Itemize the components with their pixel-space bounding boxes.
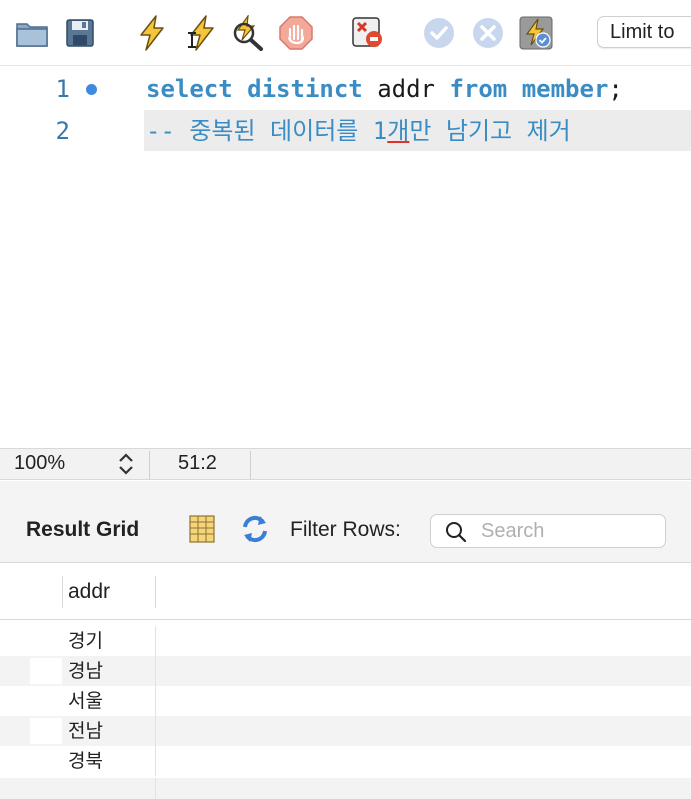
sql-editor[interactable]: 1 select distinct addr from member; 2 --… bbox=[0, 67, 691, 448]
code-token: ; bbox=[608, 75, 623, 103]
result-grid: addr 경기 경남 서울 전남 경북 bbox=[0, 564, 691, 799]
code-line-1[interactable]: select distinct addr from member; bbox=[146, 69, 623, 109]
table-cell[interactable]: 전남 bbox=[68, 718, 103, 744]
column-divider bbox=[155, 656, 156, 686]
column-divider bbox=[155, 778, 156, 799]
status-divider bbox=[250, 451, 251, 479]
table-row[interactable]: 서울 bbox=[0, 686, 691, 716]
search-icon bbox=[445, 521, 467, 547]
code-token: distinct bbox=[247, 75, 363, 103]
table-row[interactable]: 전남 bbox=[0, 716, 691, 746]
code-token: select bbox=[146, 75, 233, 103]
column-divider bbox=[62, 576, 63, 608]
code-token: from bbox=[449, 75, 508, 103]
table-cell[interactable]: 경남 bbox=[68, 658, 103, 684]
filter-search-input[interactable] bbox=[481, 518, 661, 544]
zoom-stepper-icon[interactable] bbox=[115, 451, 137, 477]
refresh-icon[interactable] bbox=[238, 512, 272, 550]
execute-icon[interactable] bbox=[134, 14, 170, 52]
column-divider bbox=[155, 626, 156, 656]
result-grid-tab[interactable]: Result Grid bbox=[26, 518, 139, 542]
column-header-addr[interactable]: addr bbox=[68, 580, 110, 604]
grid-view-icon[interactable] bbox=[188, 514, 216, 548]
row-gutter bbox=[18, 778, 62, 799]
filter-rows-label: Filter Rows: bbox=[290, 518, 401, 541]
column-divider bbox=[155, 686, 156, 716]
stop-icon[interactable] bbox=[278, 14, 314, 52]
limit-rows-button[interactable]: Limit to bbox=[597, 16, 691, 48]
code-token: member bbox=[521, 75, 609, 103]
rollback-icon[interactable] bbox=[470, 14, 506, 52]
result-toolbar: Result Grid Filter Rows: bbox=[0, 481, 691, 563]
explain-icon[interactable] bbox=[230, 14, 266, 52]
editor-line[interactable]: 1 select distinct addr from member; bbox=[0, 69, 691, 109]
code-token: addr bbox=[362, 75, 450, 103]
editor-status-bar: 100% 51:2 bbox=[0, 448, 691, 480]
row-gutter-cell bbox=[30, 718, 62, 744]
comment-text: -- 중복된 데이터를 1 bbox=[146, 117, 388, 145]
code-line-2[interactable]: -- 중복된 데이터를 1개만 남기고 제거 bbox=[146, 111, 571, 151]
status-divider bbox=[149, 451, 150, 479]
column-divider bbox=[155, 746, 156, 776]
save-icon[interactable] bbox=[62, 14, 98, 52]
zoom-level: 100% bbox=[14, 452, 66, 474]
column-divider bbox=[155, 716, 156, 746]
grid-header: addr bbox=[0, 564, 691, 620]
editor-line[interactable]: 2 -- 중복된 데이터를 1개만 남기고 제거 bbox=[0, 111, 691, 151]
autocommit-icon[interactable] bbox=[518, 14, 554, 52]
filter-search-box[interactable] bbox=[430, 514, 666, 548]
comment-text: 만 남기고 제거 bbox=[409, 117, 571, 145]
row-gutter-cell bbox=[30, 658, 62, 684]
table-row[interactable] bbox=[0, 778, 691, 799]
spellcheck-underlined-text: 개 bbox=[387, 117, 410, 145]
line-number: 1 bbox=[55, 75, 70, 103]
table-cell[interactable]: 경북 bbox=[68, 748, 103, 774]
table-row[interactable]: 경기 bbox=[0, 626, 691, 656]
table-row[interactable]: 경북 bbox=[0, 746, 691, 776]
sql-editor-toolbar: Limit to bbox=[0, 0, 691, 66]
commit-icon[interactable] bbox=[421, 14, 457, 52]
cursor-position: 51:2 bbox=[178, 452, 217, 474]
execute-current-icon[interactable] bbox=[182, 14, 218, 52]
statement-marker-icon bbox=[86, 84, 97, 95]
table-cell[interactable]: 서울 bbox=[68, 688, 103, 714]
table-cell[interactable]: 경기 bbox=[68, 628, 103, 654]
line-number: 2 bbox=[55, 117, 70, 145]
table-row[interactable]: 경남 bbox=[0, 656, 691, 686]
folder-icon[interactable] bbox=[14, 14, 50, 52]
column-divider bbox=[155, 576, 156, 608]
toggle-error-icon[interactable] bbox=[350, 14, 386, 52]
